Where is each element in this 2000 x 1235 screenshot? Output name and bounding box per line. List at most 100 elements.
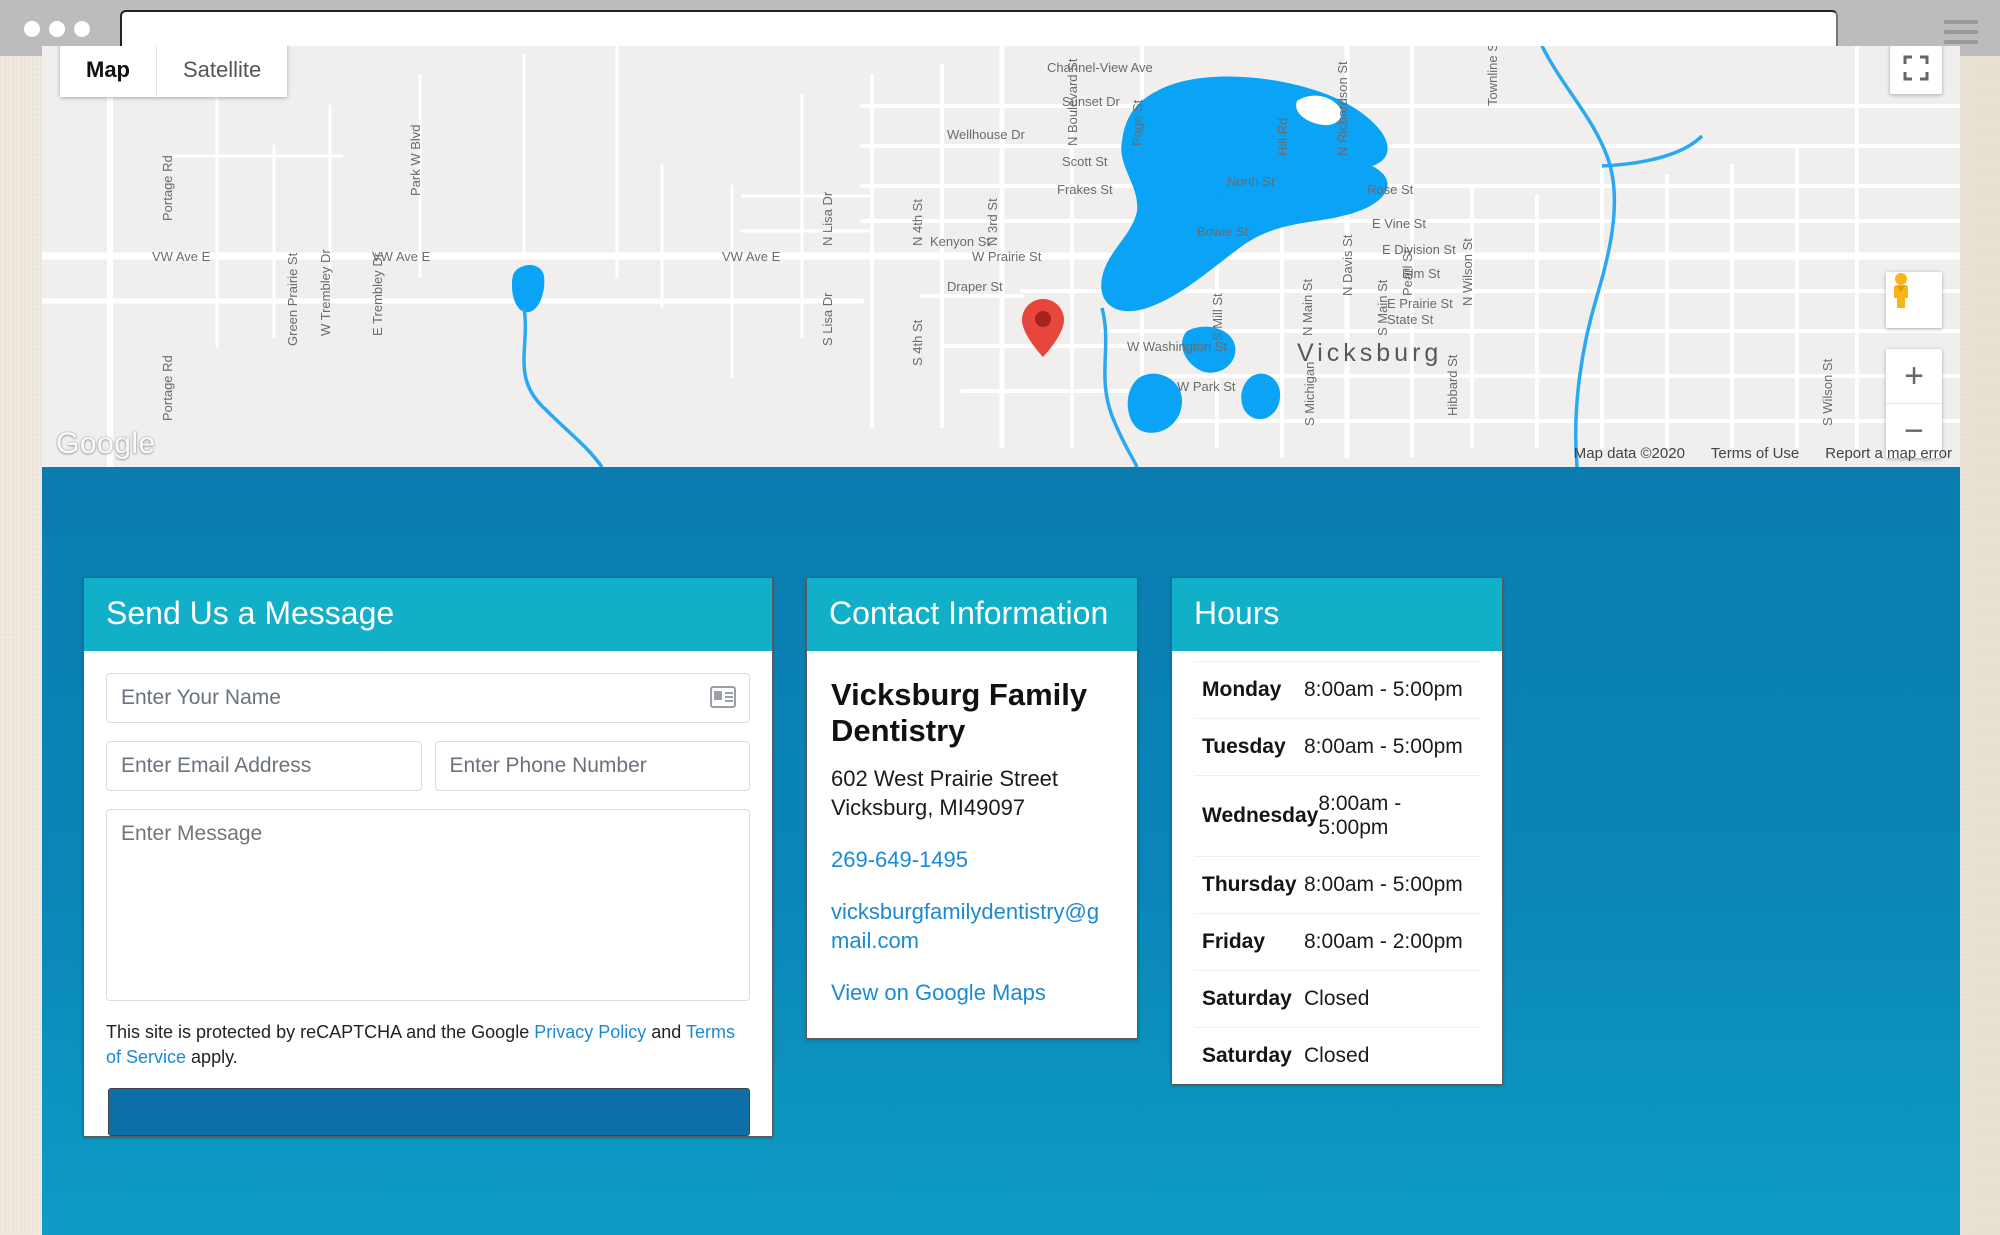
window-close-dot[interactable] — [24, 21, 40, 37]
recaptcha-text-before: This site is protected by reCAPTCHA and … — [106, 1022, 535, 1042]
contact-information-title: Contact Information — [807, 578, 1137, 651]
svg-text:E Division St: E Division St — [1382, 242, 1456, 257]
hours-time: 8:00am - 2:00pm — [1304, 930, 1463, 953]
name-input[interactable] — [106, 673, 750, 723]
phone-link[interactable]: 269-649-1495 — [831, 845, 1113, 875]
svg-text:W Prairie St: W Prairie St — [972, 249, 1042, 264]
svg-text:S Main St: S Main St — [1375, 279, 1390, 336]
svg-text:.: . — [1217, 182, 1221, 197]
svg-text:Bowie St: Bowie St — [1197, 224, 1249, 239]
contact-card-icon — [710, 686, 736, 713]
hours-time: 8:00am - 5:00pm — [1304, 873, 1463, 896]
message-textarea[interactable] — [106, 809, 750, 1001]
hours-time: 8:00am - 5:00pm — [1304, 735, 1463, 758]
hours-day: Wednesday — [1202, 804, 1319, 827]
fullscreen-icon[interactable] — [1890, 46, 1942, 94]
svg-text:N Richardson St: N Richardson St — [1335, 61, 1350, 156]
hours-card: Hours Monday 8:00am - 5:00pm Tuesday 8:00am… — [1171, 577, 1503, 1085]
google-map[interactable]: Channel-View Ave Sunset Dr Wellhouse Dr … — [42, 46, 1960, 467]
svg-text:Park W Blvd: Park W Blvd — [408, 124, 423, 196]
cards-row: Send Us a Message Enter Your Name Enter … — [83, 577, 1921, 1138]
svg-text:Channel-View Ave: Channel-View Ave — [1047, 60, 1153, 75]
hours-row: Tuesday 8:00am - 5:00pm — [1194, 718, 1480, 775]
zoom-in-button[interactable]: + — [1886, 349, 1942, 404]
email-input[interactable] — [106, 741, 422, 791]
svg-text:State St: State St — [1387, 312, 1434, 327]
svg-text:N Lisa Dr: N Lisa Dr — [820, 191, 835, 246]
svg-text:N Wilson St: N Wilson St — [1460, 238, 1475, 306]
hours-row: Wednesday 8:00am - 5:00pm — [1194, 775, 1480, 856]
hours-day: Tuesday — [1202, 735, 1286, 758]
recaptcha-text-after: apply. — [186, 1047, 238, 1068]
window-maximize-dot[interactable] — [74, 21, 90, 37]
map-attribution: Map data ©2020 Terms of Use Report a map… — [1574, 445, 1952, 462]
svg-text:E Trembley Dr: E Trembley Dr — [370, 252, 385, 336]
svg-text:Hibbard St: Hibbard St — [1445, 354, 1460, 416]
hours-row: Saturday Closed — [1194, 1027, 1480, 1084]
svg-text:N Davis St: N Davis St — [1340, 234, 1355, 296]
svg-text:S Wilson St: S Wilson St — [1820, 358, 1835, 426]
svg-text:VW Ave E: VW Ave E — [722, 249, 781, 264]
svg-text:S Mill St: S Mill St — [1210, 293, 1225, 341]
map-data-copyright: Map data ©2020 — [1573, 445, 1685, 462]
svg-text:N Main St: N Main St — [1300, 279, 1315, 336]
map-city-label: Vicksburg — [1297, 339, 1442, 367]
google-maps-link[interactable]: View on Google Maps — [831, 978, 1113, 1008]
svg-text:N 3rd St: N 3rd St — [985, 198, 1000, 246]
svg-text:Rose St: Rose St — [1367, 182, 1414, 197]
hours-time: 8:00am - 5:00pm — [1304, 678, 1463, 701]
hours-row: Friday 8:00am - 2:00pm — [1194, 913, 1480, 970]
svg-text:E Prairie St: E Prairie St — [1387, 296, 1453, 311]
hours-table: Monday 8:00am - 5:00pm Tuesday 8:00am - 5:0… — [1172, 651, 1502, 1084]
map-zoom-controls[interactable]: + − — [1886, 349, 1942, 458]
contact-section: Send Us a Message Enter Your Name Enter … — [42, 467, 1960, 1235]
svg-text:S Lisa Dr: S Lisa Dr — [820, 292, 835, 346]
map-type-satellite[interactable]: Satellite — [156, 46, 288, 97]
submit-button[interactable] — [108, 1088, 750, 1137]
send-message-title: Send Us a Message — [84, 578, 772, 651]
svg-text:Page St: Page St — [1130, 99, 1145, 146]
svg-text:S 4th St: S 4th St — [910, 319, 925, 366]
privacy-policy-link[interactable]: Privacy Policy — [534, 1022, 646, 1042]
hours-row: Thursday 8:00am - 5:00pm — [1194, 856, 1480, 913]
business-name: Vicksburg Family Dentistry — [831, 677, 1088, 749]
map-type-map[interactable]: Map — [60, 46, 156, 97]
address-line-2: Vicksburg, MI49097 — [831, 795, 1026, 821]
svg-text:W Park St: W Park St — [1177, 379, 1236, 394]
hours-time: Closed — [1304, 1044, 1370, 1067]
svg-text:Draper St: Draper St — [947, 279, 1003, 294]
map-type-toggle[interactable]: Map Satellite — [60, 46, 288, 97]
email-link[interactable]: vicksburgfamilydentistry@gmail.com — [831, 897, 1113, 956]
svg-text:Hill Rd: Hill Rd — [1275, 118, 1290, 156]
hours-row: Saturday Closed — [1194, 970, 1480, 1027]
svg-text:Frakes St: Frakes St — [1057, 182, 1113, 197]
svg-text:Pearl St: Pearl St — [1400, 249, 1415, 296]
recaptcha-disclaimer: This site is protected by reCAPTCHA and … — [106, 1020, 750, 1088]
hours-day: Monday — [1202, 678, 1282, 701]
location-marker-icon[interactable] — [1022, 299, 1064, 357]
hours-time: Closed — [1304, 987, 1370, 1010]
svg-text:N 4th St: N 4th St — [910, 199, 925, 246]
send-message-card: Send Us a Message Enter Your Name Enter … — [83, 577, 773, 1138]
address-line-1: 602 West Prairie Street — [831, 765, 1059, 791]
svg-text:North St: North St — [1227, 174, 1275, 189]
browser-menu-icon[interactable] — [1944, 20, 1978, 44]
svg-text:Portage Rd: Portage Rd — [160, 155, 175, 221]
contact-information-card: Contact Information Vicksburg Family Den… — [806, 577, 1138, 1039]
google-logo: Google — [56, 427, 156, 460]
svg-text:Wellhouse Dr: Wellhouse Dr — [947, 127, 1025, 142]
hours-title: Hours — [1172, 578, 1502, 651]
svg-text:Portage Rd: Portage Rd — [160, 355, 175, 421]
phone-input[interactable] — [434, 741, 750, 791]
terms-of-use-link[interactable]: Terms of Use — [1711, 445, 1799, 462]
svg-text:Townline St: Townline St — [1485, 46, 1500, 106]
hours-day: Saturday — [1202, 1044, 1292, 1067]
hours-row: Monday 8:00am - 5:00pm — [1194, 661, 1480, 718]
page-viewport: Channel-View Ave Sunset Dr Wellhouse Dr … — [42, 46, 1960, 1235]
map-canvas: Channel-View Ave Sunset Dr Wellhouse Dr … — [42, 46, 1960, 467]
window-minimize-dot[interactable] — [49, 21, 65, 37]
report-map-error-link[interactable]: Report a map error — [1825, 445, 1952, 462]
window-controls[interactable] — [24, 21, 90, 37]
svg-text:S Michigan: S Michigan — [1302, 362, 1317, 426]
street-view-pegman-icon[interactable] — [1886, 272, 1942, 328]
